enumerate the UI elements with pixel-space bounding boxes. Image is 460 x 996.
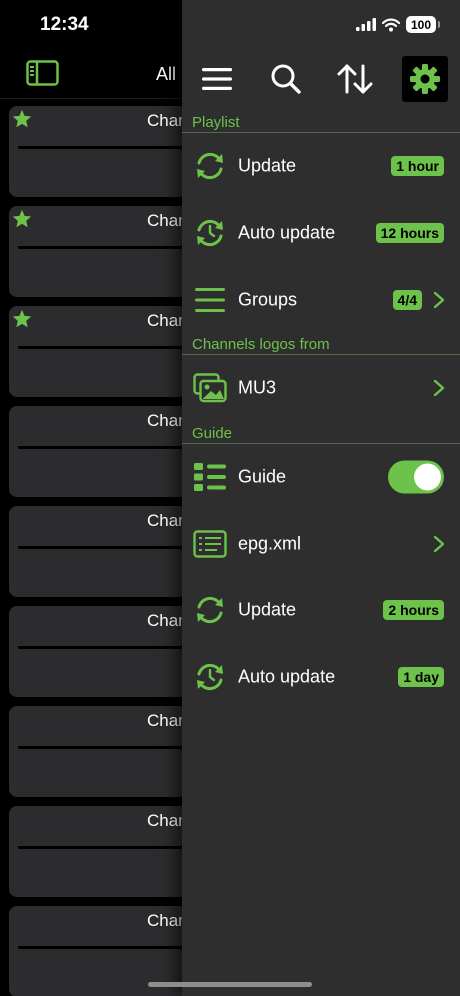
list-icon [192,282,228,318]
guide-list-icon [192,459,228,495]
auto-update-interval-badge: 12 hours [375,223,444,243]
chevron-right-icon [433,291,445,309]
playlist-auto-update-row[interactable]: Auto update 12 hours [182,203,460,263]
favorite-star-icon[interactable] [11,108,33,130]
section-divider [182,132,460,133]
sort-icon[interactable] [332,56,378,102]
progress-bar [18,546,198,549]
chevron-right-icon [433,379,445,397]
row-label: Groups [238,289,298,310]
section-header-channel-logos: Channels logos from [192,336,330,353]
playlist-groups-row[interactable]: Groups 4/4 [182,270,460,330]
refresh-icon [192,148,228,184]
panel-toolbar [182,56,460,104]
row-label: MU3 [238,377,277,398]
section-header-guide: Guide [192,425,233,442]
channel-card[interactable]: Channel [9,406,209,497]
guide-auto-update-row[interactable]: Auto update 1 day [182,647,460,707]
favorite-star-icon[interactable] [11,308,33,330]
channel-card[interactable]: Channel [9,506,209,597]
update-interval-badge: 1 hour [391,156,444,176]
favorite-star-icon[interactable] [11,208,33,230]
row-label: Auto update [238,222,336,243]
playlist-update-row[interactable]: Update 1 hour [182,136,460,196]
progress-bar [18,846,198,849]
group-filter-label[interactable]: All [156,64,176,85]
row-label: Auto update [238,666,336,687]
toggle-knob [414,463,441,491]
guide-update-row[interactable]: Update 2 hours [182,580,460,640]
section-header-playlist: Playlist [192,114,240,131]
logos-source-row[interactable]: MU3 [182,358,460,418]
channel-card[interactable]: Channel [9,606,209,697]
search-icon[interactable] [263,56,309,102]
epg-source-row[interactable]: epg.xml [182,514,460,574]
gear-icon[interactable] [402,56,448,102]
section-divider [182,443,460,444]
sidebar-toggle-icon[interactable] [26,60,59,86]
photos-icon [192,370,228,406]
auto-update-icon [192,659,228,695]
channel-card[interactable]: Channel [9,206,209,297]
guide-toggle-row: Guide [182,447,460,507]
guide-toggle[interactable] [388,460,444,494]
wifi-icon [382,18,400,31]
channel-list: Channel Channel Channel Channel Channel … [9,106,209,996]
update-interval-badge: 2 hours [383,600,444,620]
row-label: epg.xml [238,533,302,554]
groups-count-badge: 4/4 [392,290,422,310]
progress-bar [18,346,198,349]
auto-update-interval-badge: 1 day [398,667,444,687]
channel-card[interactable]: Channel [9,306,209,397]
progress-bar [18,946,198,949]
status-time: 12:34 [40,14,89,35]
section-divider [182,354,460,355]
channel-card[interactable]: Channel [9,106,209,197]
progress-bar [18,146,198,149]
cellular-signal-icon [356,18,376,31]
settings-panel: 100 Playlist Update 1 hour Auto update 1… [148,0,460,996]
row-label: Guide [238,466,287,487]
progress-bar [18,446,198,449]
chevron-right-icon [433,535,445,553]
refresh-icon [192,592,228,628]
row-label: Update [238,155,297,176]
status-indicators: 100 [356,16,440,33]
channel-card[interactable]: Channel [9,706,209,797]
battery-icon: 100 [406,16,440,33]
auto-update-icon [192,215,228,251]
progress-bar [18,246,198,249]
channel-card[interactable]: Channel [9,806,209,897]
home-indicator [148,982,312,987]
menu-icon[interactable] [194,56,240,102]
progress-bar [18,646,198,649]
row-label: Update [238,599,297,620]
progress-bar [18,746,198,749]
document-icon [192,526,228,562]
